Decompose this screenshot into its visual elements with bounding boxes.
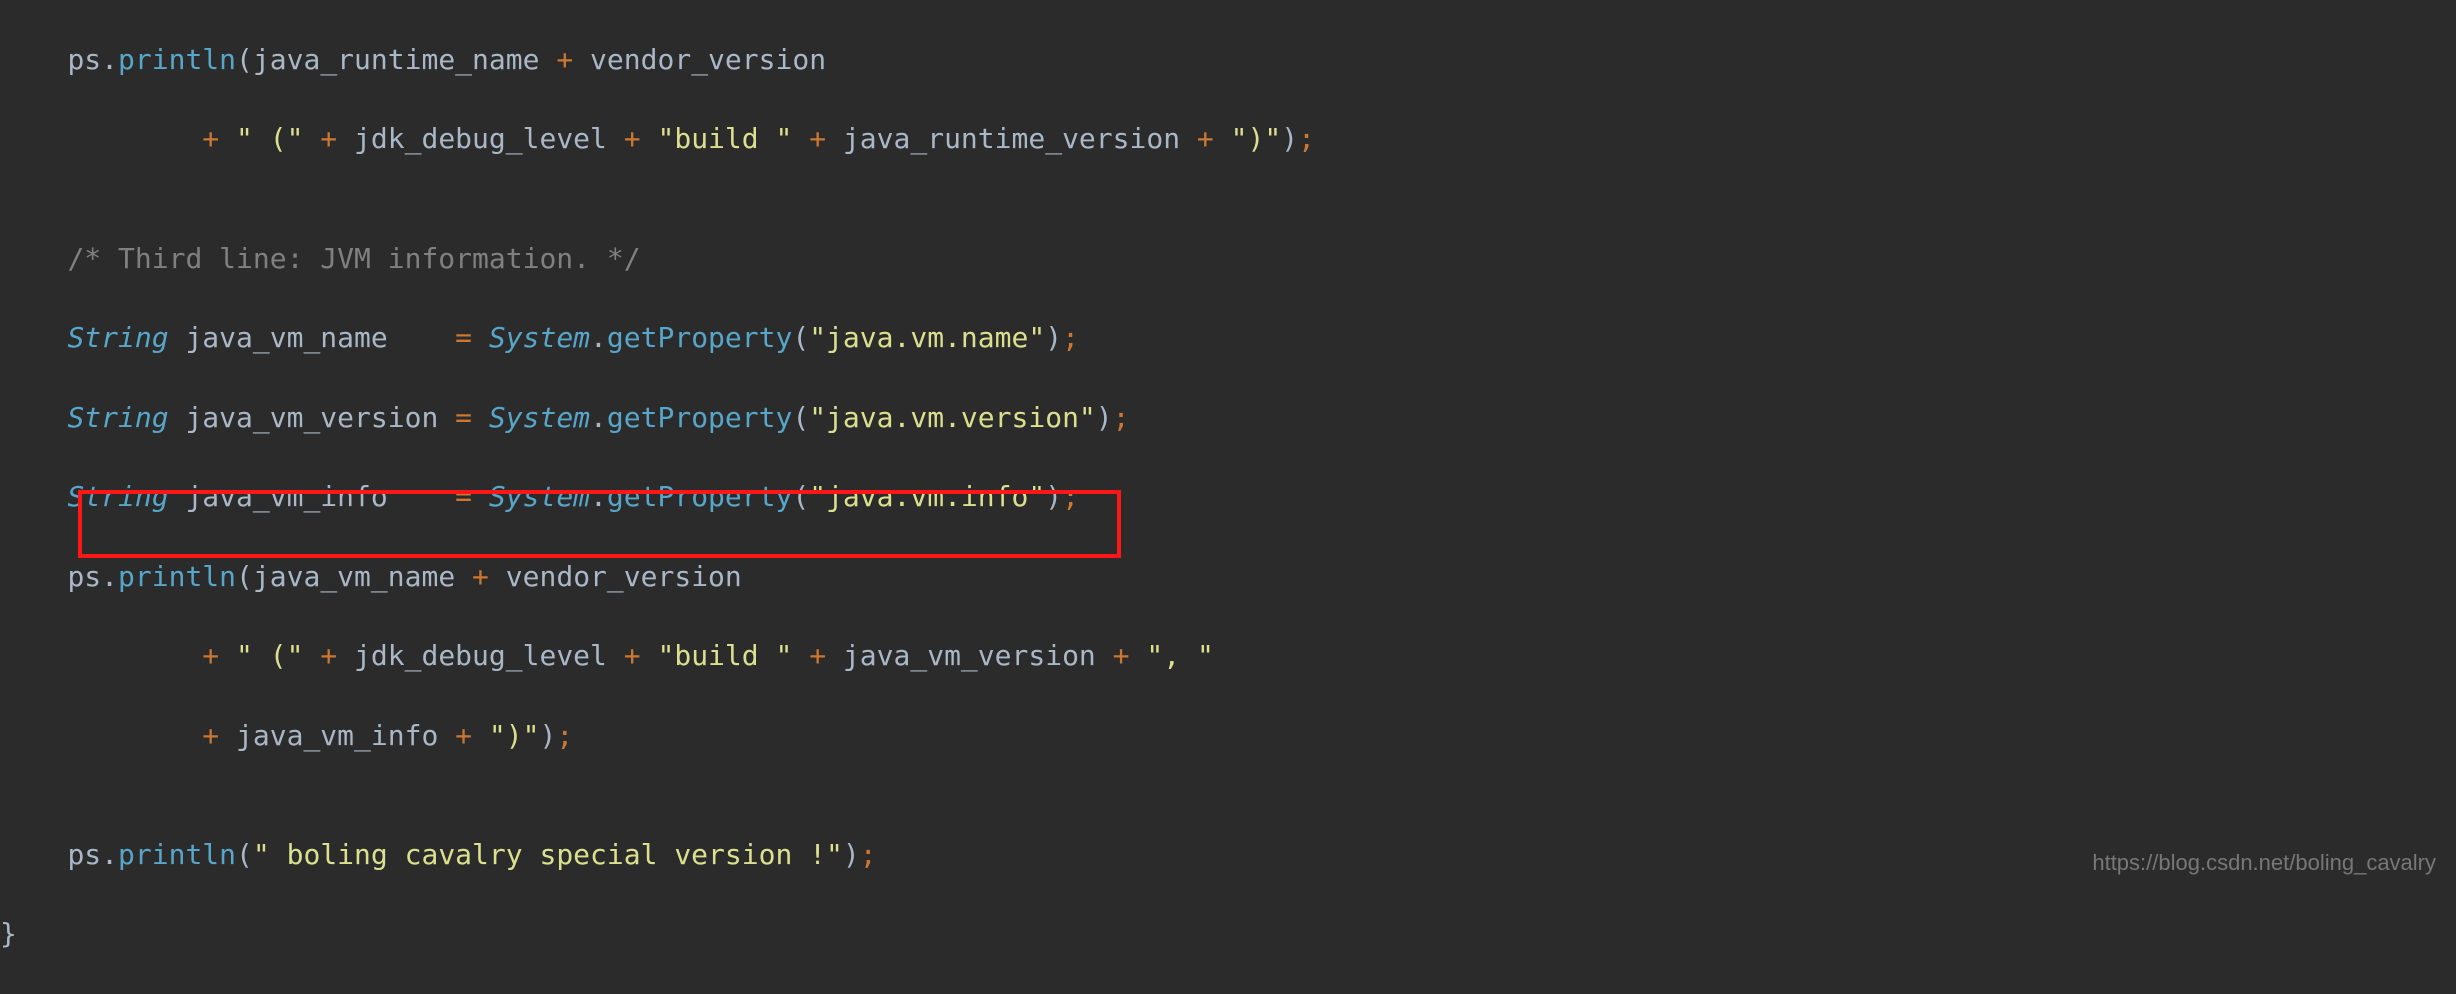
code-line-8: ps.println(java_vm_name + vendor_version	[0, 557, 2456, 597]
code-line-13: }	[0, 914, 2456, 954]
code-line-9: + " (" + jdk_debug_level + "build " + ja…	[0, 636, 2456, 676]
code-line-4: /* Third line: JVM information. */	[0, 239, 2456, 279]
code-line-10: + java_vm_info + ")");	[0, 716, 2456, 756]
code-line-1: ps.println(java_runtime_name + vendor_ve…	[0, 40, 2456, 80]
watermark-text: https://blog.csdn.net/boling_cavalry	[2092, 847, 2436, 878]
code-line-6: String java_vm_version = System.getPrope…	[0, 398, 2456, 438]
code-line-12: ps.println(" boling cavalry special vers…	[0, 835, 2456, 875]
code-line-5: String java_vm_name = System.getProperty…	[0, 318, 2456, 358]
code-block: ps.println(java_runtime_name + vendor_ve…	[0, 0, 2456, 994]
code-line-7: String java_vm_info = System.getProperty…	[0, 477, 2456, 517]
code-line-2: + " (" + jdk_debug_level + "build " + ja…	[0, 119, 2456, 159]
